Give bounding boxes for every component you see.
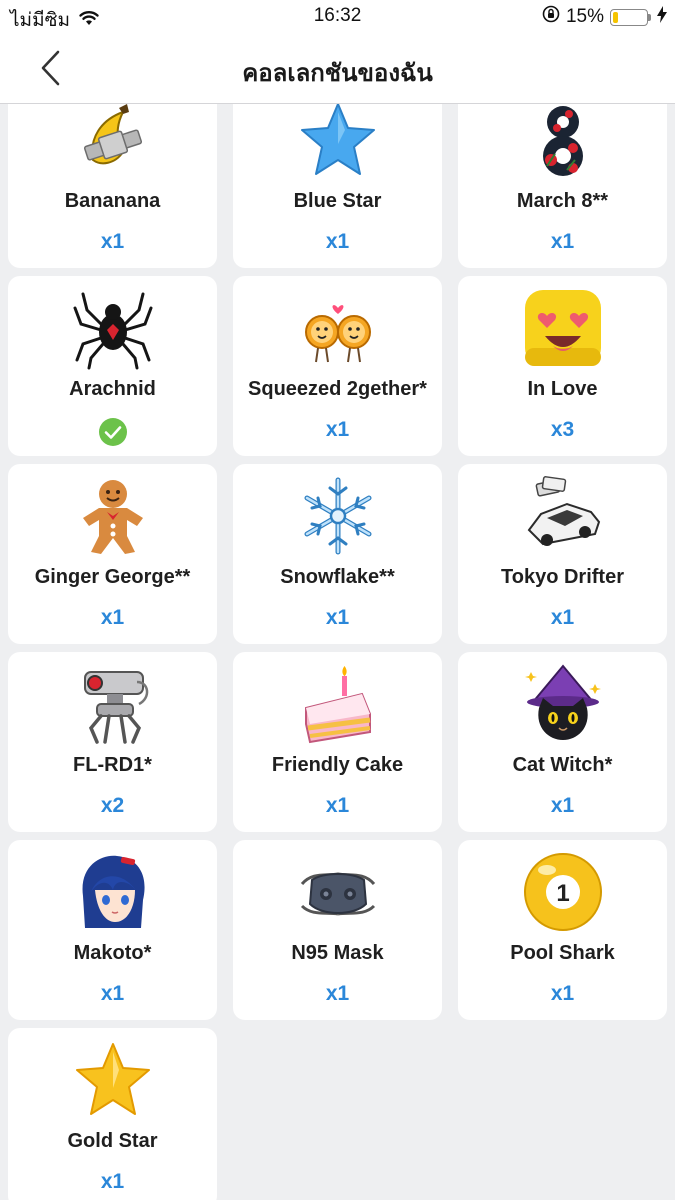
collection-card[interactable]: Tokyo Drifter x1 bbox=[458, 464, 667, 644]
card-name: Friendly Cake bbox=[271, 754, 404, 776]
card-name: In Love bbox=[527, 378, 598, 400]
card-count: x1 bbox=[325, 230, 350, 253]
card-name: Blue Star bbox=[293, 190, 382, 212]
card-name: Ginger George** bbox=[34, 566, 191, 588]
card-count: x1 bbox=[550, 982, 575, 1005]
card-count: x1 bbox=[550, 230, 575, 253]
card-name: Makoto* bbox=[73, 942, 152, 964]
snowflake-icon bbox=[296, 474, 380, 558]
collection-card[interactable]: Squeezed 2gether* x1 bbox=[233, 276, 442, 456]
card-name: Cat Witch* bbox=[512, 754, 613, 776]
status-bar: ไม่มีซิม 16:32 15% bbox=[0, 0, 675, 34]
charging-bolt-icon bbox=[657, 5, 667, 29]
checkmark-icon bbox=[98, 417, 128, 447]
collection-card[interactable]: Arachnid bbox=[8, 276, 217, 456]
card-count: x1 bbox=[100, 1170, 125, 1193]
gingerbread-icon bbox=[71, 474, 155, 558]
card-name: March 8** bbox=[516, 190, 609, 212]
collection-card[interactable]: Friendly Cake x1 bbox=[233, 652, 442, 832]
card-name: N95 Mask bbox=[291, 942, 384, 964]
collection-grid: Bananana x1 Blue Star x1 March 8** x1 Arach… bbox=[8, 104, 667, 1200]
nav-bar: คอลเลกชันของฉัน bbox=[0, 34, 675, 104]
collection-card[interactable]: Cat Witch* x1 bbox=[458, 652, 667, 832]
collection-card[interactable]: FL-RD1* x2 bbox=[8, 652, 217, 832]
collection-card[interactable]: N95 Mask x1 bbox=[233, 840, 442, 1020]
banana-icon bbox=[71, 104, 155, 182]
gold-star-icon bbox=[71, 1038, 155, 1122]
cake-icon bbox=[296, 662, 380, 746]
collection-card[interactable]: Ginger George** x1 bbox=[8, 464, 217, 644]
pool-ball-icon: 1 bbox=[521, 850, 605, 934]
card-count: x1 bbox=[325, 982, 350, 1005]
battery-percent: 15% bbox=[565, 6, 604, 27]
march8-icon bbox=[521, 104, 605, 182]
card-count: x1 bbox=[100, 230, 125, 253]
card-name: Squeezed 2gether* bbox=[248, 378, 427, 400]
card-name: FL-RD1* bbox=[73, 754, 152, 776]
card-name: Gold Star bbox=[67, 1130, 158, 1152]
collection-scroll-area[interactable]: Bananana x1 Blue Star x1 March 8** x1 Arach… bbox=[0, 104, 675, 1200]
card-count: x1 bbox=[100, 982, 125, 1005]
svg-text:1: 1 bbox=[556, 880, 569, 907]
card-name: Tokyo Drifter bbox=[501, 566, 624, 588]
battery-fill bbox=[613, 11, 618, 23]
collection-card[interactable]: Makoto* x1 bbox=[8, 840, 217, 1020]
card-count: x1 bbox=[550, 606, 575, 629]
card-count: x1 bbox=[325, 418, 350, 441]
card-count: x1 bbox=[325, 606, 350, 629]
status-right: 15% bbox=[542, 5, 667, 29]
blue-star-icon bbox=[296, 104, 380, 182]
car-icon bbox=[521, 474, 605, 558]
cat-witch-icon bbox=[521, 662, 605, 746]
oranges-icon bbox=[296, 286, 380, 370]
card-name: Arachnid bbox=[69, 378, 156, 400]
page-title: คอลเลกชันของฉัน bbox=[242, 60, 433, 87]
collection-card[interactable]: Bananana x1 bbox=[8, 104, 217, 268]
card-count: x2 bbox=[100, 794, 125, 817]
in-love-emoji-icon bbox=[521, 286, 605, 370]
card-count: x1 bbox=[550, 794, 575, 817]
spider-icon bbox=[71, 286, 155, 370]
card-count: x3 bbox=[550, 418, 575, 441]
collection-card[interactable]: 1 Pool Shark x1 bbox=[458, 840, 667, 1020]
mask-icon bbox=[296, 850, 380, 934]
card-count: x1 bbox=[100, 606, 125, 629]
anime-girl-icon bbox=[71, 850, 155, 934]
card-name: Pool Shark bbox=[510, 942, 615, 964]
card-name: Bananana bbox=[64, 190, 161, 212]
collection-card[interactable]: Blue Star x1 bbox=[233, 104, 442, 268]
card-count: x1 bbox=[325, 794, 350, 817]
collection-card[interactable]: In Love x3 bbox=[458, 276, 667, 456]
collection-card[interactable]: Snowflake** x1 bbox=[233, 464, 442, 644]
collection-card[interactable]: Gold Star x1 bbox=[8, 1028, 217, 1200]
card-name: Snowflake** bbox=[280, 566, 395, 588]
battery-icon bbox=[610, 8, 651, 26]
orientation-lock-icon bbox=[542, 5, 560, 29]
robot-icon bbox=[71, 662, 155, 746]
collection-card[interactable]: March 8** x1 bbox=[458, 104, 667, 268]
